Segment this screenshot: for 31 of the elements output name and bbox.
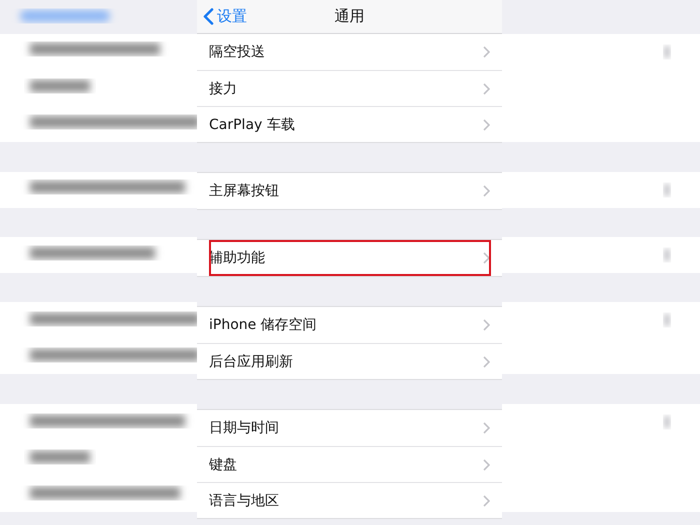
row-label: CarPlay 车载 bbox=[209, 116, 295, 134]
settings-row[interactable]: 键盘 bbox=[197, 446, 502, 482]
back-button[interactable]: 设置 bbox=[197, 7, 247, 26]
row-label: 主屏幕按钮 bbox=[209, 182, 279, 200]
chevron-icon bbox=[483, 46, 490, 58]
settings-row[interactable]: 隔空投送 bbox=[197, 34, 502, 70]
settings-row[interactable]: iPhone 储存空间 bbox=[197, 307, 502, 343]
settings-row[interactable]: 日期与时间 bbox=[197, 410, 502, 446]
chevron-icon bbox=[483, 356, 490, 368]
row-label: iPhone 储存空间 bbox=[209, 316, 317, 334]
settings-row[interactable]: 接力 bbox=[197, 70, 502, 106]
chevron-icon bbox=[483, 252, 490, 264]
chevron-icon bbox=[483, 494, 490, 506]
row-label: 键盘 bbox=[209, 456, 237, 474]
back-chevron-icon bbox=[203, 8, 214, 25]
row-label: 接力 bbox=[209, 80, 237, 98]
chevron-icon bbox=[483, 118, 490, 130]
settings-row[interactable]: 主屏幕按钮 bbox=[197, 173, 502, 209]
settings-row[interactable]: CarPlay 车载 bbox=[197, 106, 502, 142]
settings-row[interactable]: 语言与地区 bbox=[197, 482, 502, 518]
row-label: 隔空投送 bbox=[209, 43, 265, 61]
chevron-icon bbox=[483, 185, 490, 197]
row-label: 后台应用刷新 bbox=[209, 352, 293, 370]
chevron-icon bbox=[483, 458, 490, 470]
chevron-icon bbox=[483, 82, 490, 94]
row-label: 语言与地区 bbox=[209, 492, 279, 510]
settings-row[interactable]: 后台应用刷新 bbox=[197, 343, 502, 379]
nav-title: 通用 bbox=[334, 7, 364, 26]
row-label: 日期与时间 bbox=[209, 419, 279, 437]
chevron-icon bbox=[483, 422, 490, 434]
chevron-icon bbox=[483, 319, 490, 331]
